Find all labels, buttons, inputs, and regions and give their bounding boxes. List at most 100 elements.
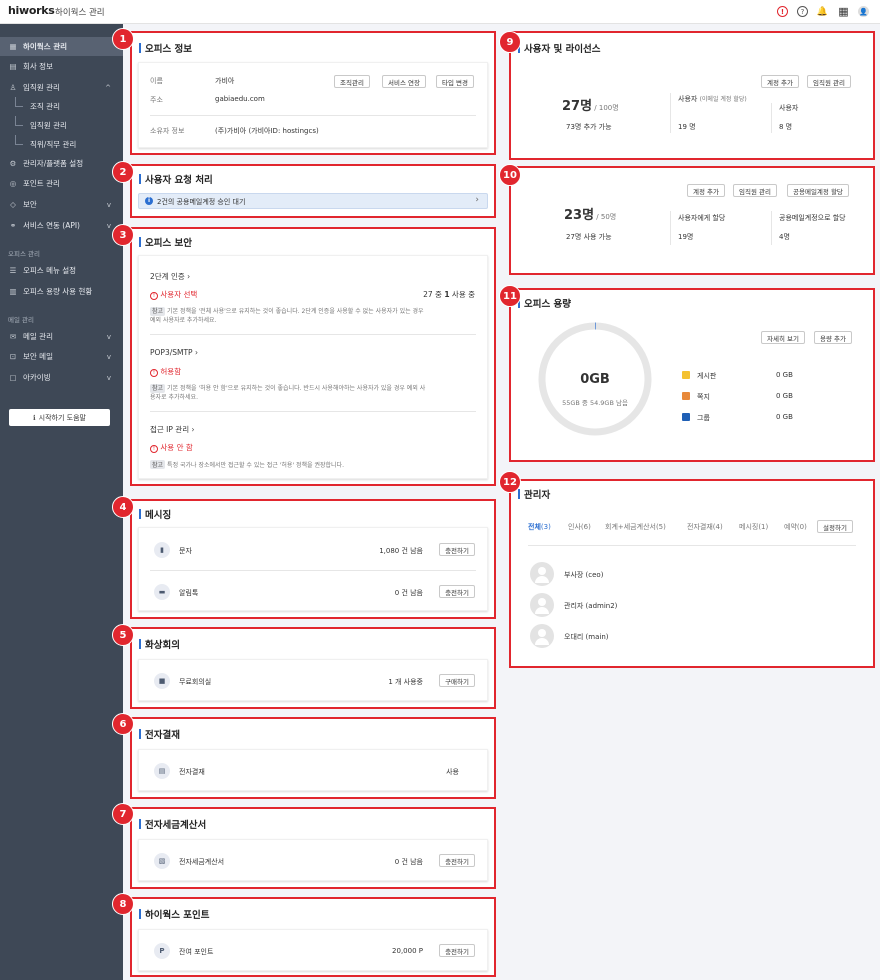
shared-usable: 27명 사용 가능 — [566, 233, 612, 241]
tab-count: (4) — [712, 523, 723, 531]
assign-shared-mail-button[interactable]: 공용메일계정 할당 — [787, 184, 849, 197]
divider — [771, 211, 772, 245]
chevron-down-icon: v — [106, 200, 111, 209]
card-title: 사용자 요청 처리 — [139, 172, 213, 186]
pending-approval-banner[interactable]: i 2건의 공용메일계정 승인 대기 › — [138, 193, 488, 209]
sidebar-item-secure-mail[interactable]: ⊡ 보안 메일 v — [0, 347, 123, 366]
mail-icon: ✉ — [9, 332, 17, 341]
annotation-badge-10: 10 — [499, 164, 521, 186]
ip-access-link[interactable]: 접근 IP 관리 › — [150, 424, 195, 435]
two-factor-status: ! 사용자 선택 — [150, 289, 197, 300]
video-camera-icon: ■ — [154, 673, 170, 689]
person-icon: ♙ — [9, 83, 17, 92]
sidebar-item-company-info[interactable]: ▤ 회사 정보 — [0, 57, 123, 76]
chevron-down-icon: v — [106, 373, 111, 382]
approval-card: 전자결재 ▤ 전자결재 사용 — [130, 717, 496, 799]
sidebar-item-org-admin[interactable]: 조직 관리 — [0, 97, 123, 116]
points-charge-button[interactable]: 충전하기 — [439, 944, 475, 957]
tax-charge-button[interactable]: 충전하기 — [439, 854, 475, 867]
sidebar-item-points[interactable]: ◎ 포인트 관리 — [0, 174, 123, 193]
other-users-label: 사용자 — [779, 104, 799, 112]
sidebar-section-mail: 메일 관리 — [8, 316, 34, 324]
assigned-users-value: 19명 — [678, 233, 694, 241]
document-icon: ▤ — [9, 62, 17, 71]
alert-icon[interactable]: ! — [777, 6, 788, 17]
divider — [150, 334, 476, 335]
shared-accounts-card: 계정 추가 임직원 관리 공용메일계정 할당 23명 / 50명 27명 사용 … — [509, 166, 875, 275]
sms-icon: ▮ — [154, 542, 170, 558]
service-extend-button[interactable]: 서비스 연장 — [382, 75, 426, 88]
assigned-shared-value: 4명 — [779, 233, 790, 241]
view-details-button[interactable]: 자세히 보기 — [761, 331, 805, 344]
alimtalk-charge-button[interactable]: 충전하기 — [439, 585, 475, 598]
sidebar-item-archiving[interactable]: ▢ 아카이빙 v — [0, 368, 123, 387]
add-storage-button[interactable]: 용량 추가 — [814, 331, 852, 344]
sidebar-item-office-storage[interactable]: ▥ 오피스 용량 사용 현황 — [0, 282, 123, 301]
free-room-usage: 1 개 사용중 — [388, 678, 423, 686]
approval-status: 사용 — [446, 768, 459, 776]
divider — [771, 103, 772, 133]
annotation-badge-6: 6 — [112, 713, 134, 735]
chevron-down-icon: v — [106, 352, 111, 361]
address-label: 주소 — [150, 96, 163, 104]
note-tag: 참고 — [150, 460, 166, 469]
annotation-badge-8: 8 — [112, 893, 134, 915]
apps-grid-icon[interactable]: ▦ — [838, 5, 849, 18]
sidebar-item-api[interactable]: ⚭ 서비스 연동 (API) v — [0, 216, 123, 235]
tab-all[interactable]: 전체(3) — [528, 522, 551, 532]
note-text: 특정 국가나 장소에서만 접근할 수 있는 접근 '허용' 정책을 권장합니다. — [167, 462, 344, 469]
org-admin-button[interactable]: 조직관리 — [334, 75, 370, 88]
sidebar-item-employees[interactable]: 임직원 관리 — [0, 116, 123, 135]
sidebar-item-label: 포인트 관리 — [23, 179, 60, 188]
sidebar-item-label: 오피스 메뉴 설정 — [23, 266, 77, 275]
tab-messaging[interactable]: 메시징(1) — [739, 522, 768, 532]
add-account-button[interactable]: 계정 추가 — [761, 75, 799, 88]
group-legend-swatch — [682, 413, 690, 421]
tab-reservation[interactable]: 예약(0) — [784, 522, 807, 532]
sms-charge-button[interactable]: 충전하기 — [439, 543, 475, 556]
divider — [528, 545, 856, 546]
sidebar-item-office-menu[interactable]: ☰ 오피스 메뉴 설정 — [0, 261, 123, 280]
tab-hr[interactable]: 인사(6) — [568, 522, 591, 532]
getting-started-help-button[interactable]: ℹ 시작하기 도움말 — [9, 409, 110, 426]
divider — [670, 211, 671, 245]
card-title: 오피스 용량 — [518, 296, 571, 310]
sidebar-item-label: 하이웍스 관리 — [23, 42, 68, 51]
sidebar-item-admin-platform[interactable]: ⚙ 관리자/플랫폼 설정 — [0, 154, 123, 173]
add-account-button[interactable]: 계정 추가 — [687, 184, 725, 197]
employee-admin-button[interactable]: 임직원 관리 — [807, 75, 851, 88]
address-value: gabiaedu.com — [215, 95, 265, 103]
hiworks-logo[interactable]: hiworks — [8, 4, 55, 17]
sidebar-item-hiworks-admin[interactable]: ▦ 하이웍스 관리 — [0, 37, 123, 56]
alimtalk-remaining: 0 건 남음 — [394, 589, 423, 597]
profile-avatar-icon[interactable]: 👤 — [858, 6, 869, 17]
admin-settings-button[interactable]: 설정하기 — [817, 520, 853, 533]
sidebar-item-positions[interactable]: 직위/직무 관리 — [0, 135, 123, 154]
admin-name: 부사장 (ceo) — [564, 571, 604, 579]
sidebar-item-mail-admin[interactable]: ✉ 메일 관리 v — [0, 327, 123, 346]
pop3-smtp-link[interactable]: POP3/SMTP › — [150, 348, 198, 357]
name-label: 이름 — [150, 77, 163, 85]
annotation-badge-4: 4 — [112, 496, 134, 518]
tab-label: 인사 — [568, 523, 581, 531]
archive-icon: ▢ — [9, 373, 17, 382]
points-label: 잔여 포인트 — [179, 948, 214, 956]
invoice-icon: ▧ — [154, 853, 170, 869]
change-type-button[interactable]: 타입 변경 — [436, 75, 474, 88]
tax-panel: ▧ 전자세금계산서 0 건 남음 충전하기 — [138, 839, 488, 881]
sidebar-item-label: 직위/직무 관리 — [30, 140, 77, 149]
two-factor-link[interactable]: 2단계 인증 › — [150, 271, 190, 282]
employee-admin-button[interactable]: 임직원 관리 — [733, 184, 777, 197]
sidebar-item-employee-admin[interactable]: ♙ 임직원 관리 ^ — [0, 78, 123, 97]
card-title: 전자세금계산서 — [139, 817, 206, 831]
purchase-button[interactable]: 구매하기 — [439, 674, 475, 687]
help-icon[interactable]: ? — [797, 6, 808, 17]
video-conference-card: 화상회의 ■ 무료회의실 1 개 사용중 구매하기 — [130, 627, 496, 709]
tab-accounting[interactable]: 회계+세금계산서(5) — [605, 522, 666, 532]
sidebar-item-security[interactable]: ◇ 보안 v — [0, 195, 123, 214]
sidebar: ▦ 하이웍스 관리 ▤ 회사 정보 ♙ 임직원 관리 ^ 조직 관리 임직원 관리 직위… — [0, 24, 123, 980]
bell-icon[interactable]: 🔔 — [817, 6, 828, 17]
tab-label: 전자결재 — [687, 523, 713, 531]
tab-approval[interactable]: 전자결재(4) — [687, 522, 723, 532]
status-text: 사용자 선택 — [160, 290, 198, 299]
